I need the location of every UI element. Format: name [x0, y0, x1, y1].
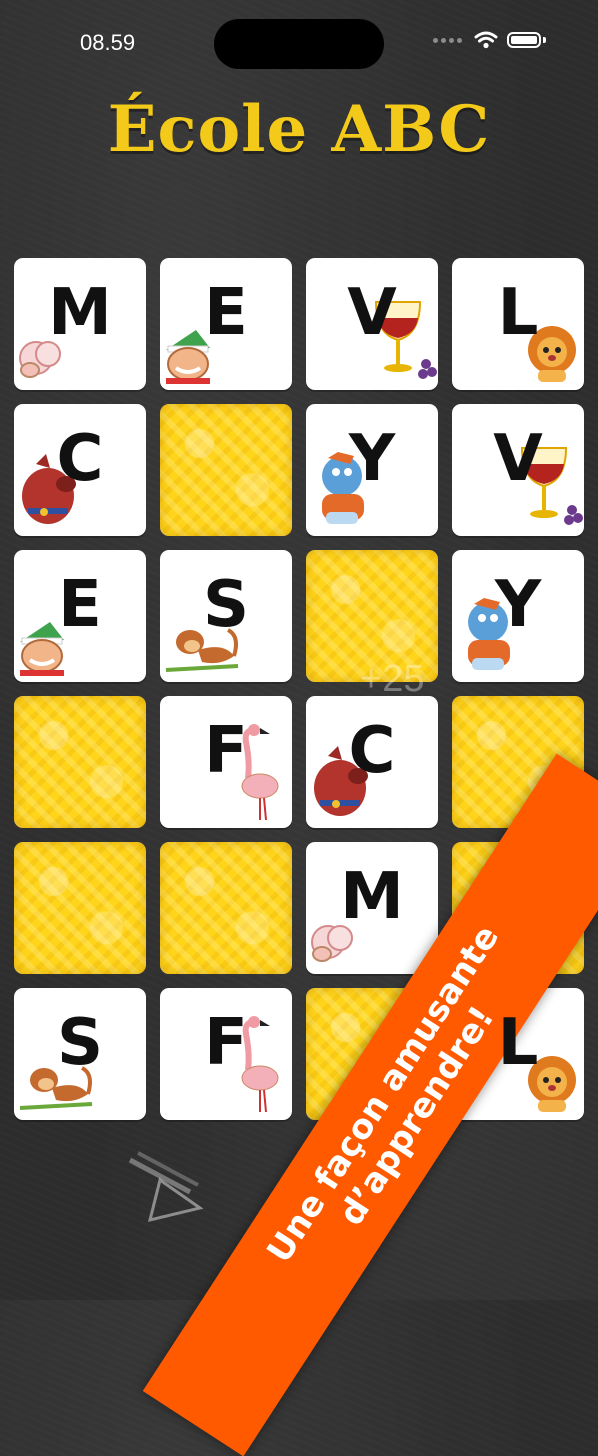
app-title: École ABC — [107, 92, 491, 167]
memory-card[interactable]: S — [160, 550, 292, 682]
memory-card[interactable]: M — [306, 842, 438, 974]
card-letter: V — [347, 276, 397, 350]
card-letter: Y — [348, 422, 396, 496]
card-letter: L — [497, 276, 539, 350]
card-letter: E — [58, 568, 102, 642]
card-letter: M — [48, 276, 112, 350]
memory-card[interactable]: V — [452, 404, 584, 536]
memory-card[interactable]: V — [306, 258, 438, 390]
card-letter: L — [497, 1006, 539, 1080]
battery-icon — [507, 31, 541, 48]
card-letter: S — [56, 1006, 104, 1080]
dynamic-island — [214, 19, 384, 69]
card-letter: C — [348, 714, 396, 788]
memory-card[interactable]: Y — [306, 404, 438, 536]
memory-card[interactable]: F — [160, 988, 292, 1120]
signal-dots-icon — [433, 30, 465, 49]
memory-card[interactable]: E — [14, 550, 146, 682]
card-letter: S — [202, 568, 250, 642]
card-back[interactable] — [160, 842, 292, 974]
status-bar: 08.59 — [0, 0, 598, 80]
memory-card[interactable]: F — [160, 696, 292, 828]
card-letter: C — [56, 422, 104, 496]
status-time: 08.59 — [80, 30, 136, 55]
card-letter: F — [204, 714, 248, 788]
memory-card[interactable]: E — [160, 258, 292, 390]
card-letter: E — [204, 276, 248, 350]
card-letter: M — [340, 860, 404, 934]
card-back[interactable] — [14, 696, 146, 828]
memory-card[interactable]: L — [452, 258, 584, 390]
wifi-icon — [474, 31, 498, 48]
card-letter: V — [493, 422, 543, 496]
chalk-arrow-icon — [128, 1151, 204, 1223]
score-popup: +25 — [360, 658, 425, 700]
card-letter: Y — [494, 568, 542, 642]
status-icons — [433, 30, 546, 49]
memory-card[interactable]: C — [14, 404, 146, 536]
memory-card[interactable]: S — [14, 988, 146, 1120]
battery-tip — [543, 36, 546, 43]
memory-card[interactable]: Y — [452, 550, 584, 682]
card-back[interactable] — [160, 404, 292, 536]
card-letter: F — [204, 1006, 248, 1080]
memory-card[interactable]: M — [14, 258, 146, 390]
memory-card[interactable]: C — [306, 696, 438, 828]
card-back[interactable] — [14, 842, 146, 974]
